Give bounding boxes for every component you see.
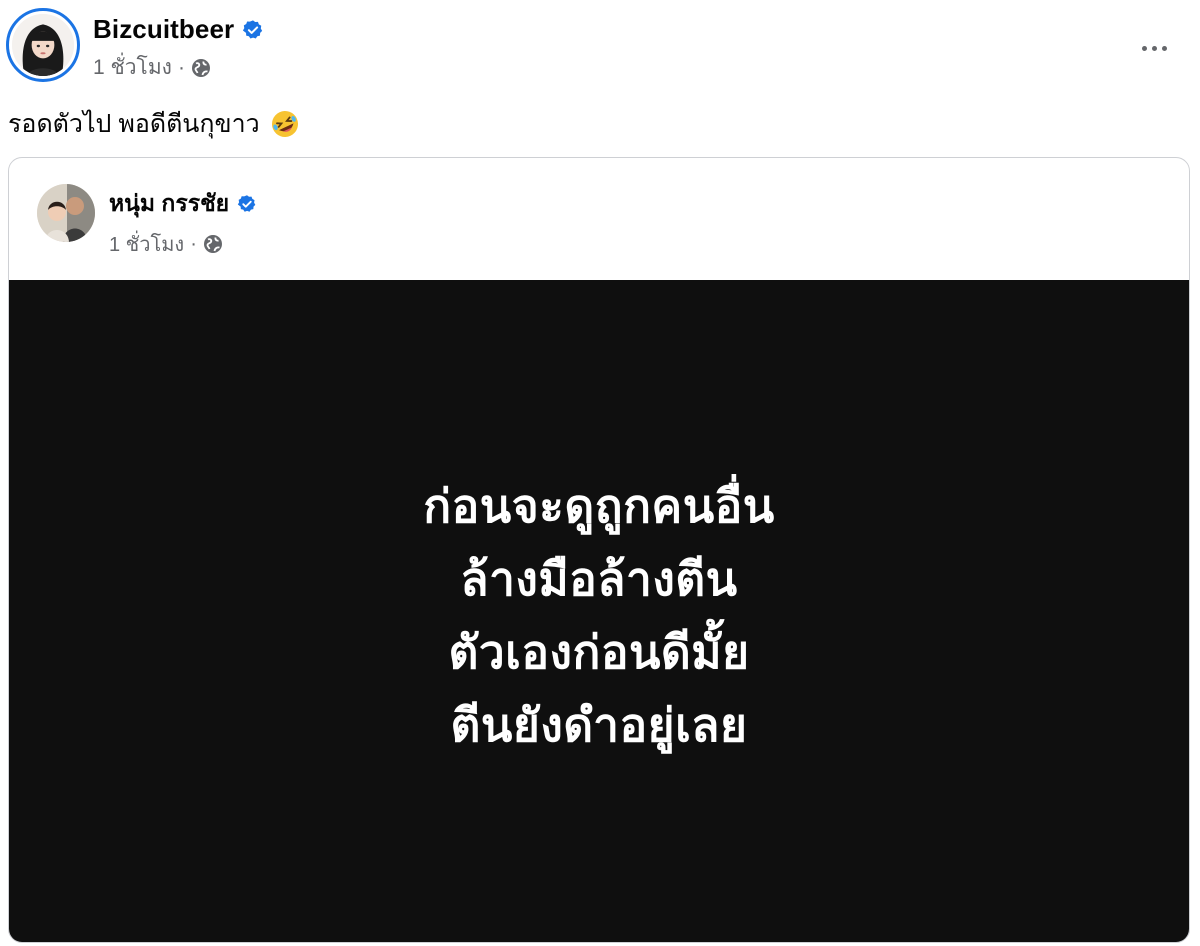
post-header: Bizcuitbeer 1 ชั่วโมง ·	[6, 8, 264, 84]
verified-badge-icon	[242, 19, 264, 41]
shared-post-header: หนุ่ม กรรชัย 1 ชั่วโมง ·	[37, 184, 257, 260]
post-text-line: ก่อนจะดูถูกคนอื่น	[423, 480, 775, 532]
shared-author-avatar[interactable]	[37, 184, 95, 242]
meta-separator: ·	[190, 232, 197, 255]
caption-text: รอดตัวไป พอดีตีนกุขาว	[8, 110, 260, 138]
post-text-line: ตัวเองก่อนดีมั้ย	[448, 626, 750, 678]
shared-post-card[interactable]: หนุ่ม กรรชัย 1 ชั่วโมง · ก่อนจะดูถูกคนอื…	[8, 157, 1190, 943]
globe-icon[interactable]	[191, 58, 211, 78]
post-caption: รอดตัวไป พอดีตีนกุขาว	[8, 104, 300, 144]
meta-separator: ·	[177, 55, 185, 79]
post-text-line: ล้างมือล้างตีน	[460, 553, 738, 605]
post-meta: 1 ชั่วโมง ·	[93, 51, 264, 84]
post-time[interactable]: 1 ชั่วโมง	[93, 51, 172, 84]
shared-author-info: หนุ่ม กรรชัย 1 ชั่วโมง ·	[109, 186, 257, 260]
author-name[interactable]: Bizcuitbeer	[93, 14, 234, 45]
author-avatar[interactable]	[6, 8, 80, 82]
shared-author-name[interactable]: หนุ่ม กรรชัย	[109, 186, 229, 222]
rolling-on-floor-laughing-emoji-icon	[270, 109, 300, 139]
text-post-background: ก่อนจะดูถูกคนอื่น ล้างมือล้างตีน ตัวเองก…	[9, 280, 1189, 942]
shared-post-time[interactable]: 1 ชั่วโมง	[109, 228, 184, 260]
author-info: Bizcuitbeer 1 ชั่วโมง ·	[93, 14, 264, 84]
globe-icon[interactable]	[203, 234, 223, 254]
post-text-line: ตีนยังดำอยู่เลย	[450, 699, 748, 751]
more-options-icon[interactable]	[1134, 28, 1174, 68]
facebook-post: Bizcuitbeer 1 ชั่วโมง · รอดตัวไป พอดีตีน…	[0, 0, 1200, 946]
verified-badge-icon	[237, 194, 257, 214]
shared-post-meta: 1 ชั่วโมง ·	[109, 228, 257, 260]
